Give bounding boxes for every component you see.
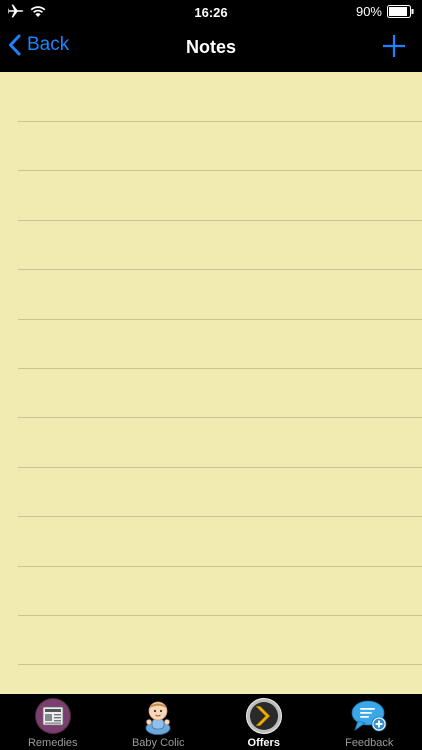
notepad-rule-line <box>18 269 422 270</box>
tab-label: Offers <box>247 737 280 749</box>
page-title: Notes <box>185 37 236 57</box>
chevron-right-icon <box>245 698 282 734</box>
notepad-rule-line <box>18 170 422 171</box>
baby-icon <box>145 701 171 735</box>
tab-offers[interactable]: Offers <box>211 694 317 750</box>
notepad-rule-line <box>18 664 422 665</box>
newspaper-icon <box>34 698 71 734</box>
tab-remedies[interactable]: Remedies <box>0 694 106 750</box>
notepad-rule-line <box>18 615 422 616</box>
notepad-rule-line <box>18 516 422 517</box>
tab-bar: Remedies Baby Colic Offers Feedback <box>0 694 422 750</box>
tab-baby-colic[interactable]: Baby Colic <box>106 694 212 750</box>
tab-label: Remedies <box>27 737 78 749</box>
notepad-rule-line <box>18 368 422 369</box>
plus-icon <box>383 35 405 57</box>
notepad-rule-line <box>18 467 422 468</box>
tab-feedback[interactable]: Feedback <box>317 694 422 750</box>
navigation-bar: Back Notes <box>0 24 422 72</box>
status-right: 90% <box>356 4 414 19</box>
battery-percentage: 90% <box>355 4 382 19</box>
notepad-rule-line <box>18 220 422 221</box>
tab-label: Feedback <box>345 737 394 749</box>
status-bar: 16:26 90% <box>0 0 422 24</box>
notepad-rule-line <box>18 566 422 567</box>
tab-label: Baby Colic <box>131 737 185 749</box>
notepad-rule-line <box>18 417 422 418</box>
notes-paper[interactable] <box>0 72 422 694</box>
notepad-rule-line <box>18 121 422 122</box>
battery-icon <box>387 5 414 18</box>
notepad-rule-line <box>18 319 422 320</box>
add-note-button[interactable] <box>382 34 406 58</box>
speech-bubble-plus-icon <box>351 700 387 732</box>
